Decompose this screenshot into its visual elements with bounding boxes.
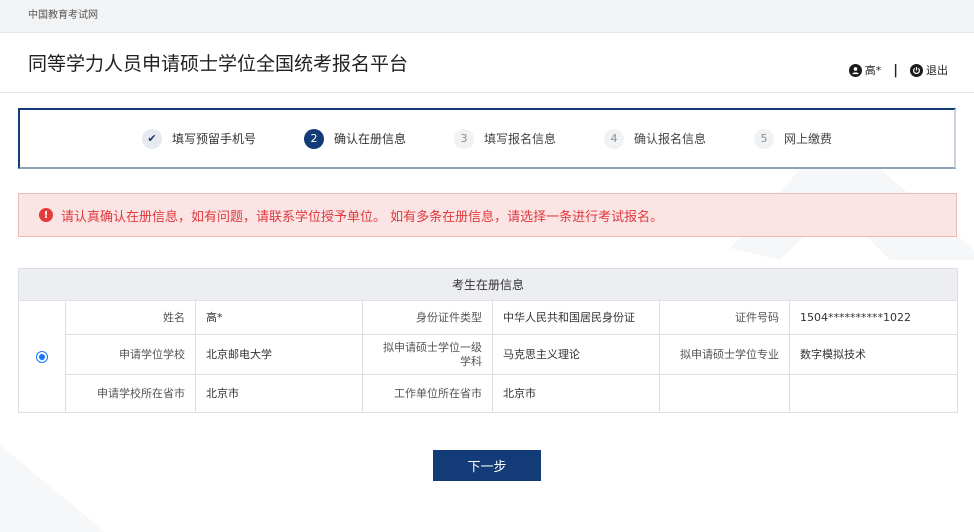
field-value: 1504**********1022	[788, 300, 959, 335]
warning-alert: ! 请认真确认在册信息，如有问题，请联系学位授予单位。 如有多条在册信息，请选择…	[18, 193, 957, 237]
step-5: 5 网上缴费	[754, 128, 833, 149]
step-label: 网上缴费	[784, 132, 833, 146]
step-label: 填写预留手机号	[171, 132, 256, 146]
header-divider	[0, 92, 974, 93]
field-value	[788, 374, 959, 413]
field-value: 马克思主义理论	[492, 334, 660, 375]
radio-selected-dot	[39, 353, 45, 360]
record-select-cell[interactable]	[18, 300, 66, 413]
step-label: 确认报名信息	[634, 132, 707, 146]
registration-info-table: 考生在册信息 姓名 高* 身份证件类型 中华人民共和国居民身份证 证件号码 15…	[17, 268, 959, 413]
user-circle-icon	[848, 63, 862, 77]
field-label: 姓名	[65, 300, 196, 335]
alert-message: 请认真确认在册信息，如有问题，请联系学位授予单位。 如有多条在册信息，请选择一条…	[61, 209, 664, 225]
table-title: 考生在册信息	[17, 268, 959, 301]
step-number: 4	[604, 128, 624, 149]
step-label: 确认在册信息	[333, 132, 406, 146]
field-value: 中华人民共和国居民身份证	[492, 300, 660, 335]
step-2: 2 确认在册信息	[303, 128, 406, 149]
power-icon[interactable]	[910, 63, 923, 77]
check-icon: ✔	[141, 128, 162, 149]
step-3: 3 填写报名信息	[453, 128, 556, 149]
field-value: 北京邮电大学	[195, 334, 363, 375]
logout-link[interactable]: 退出	[926, 62, 948, 78]
step-number: 5	[754, 128, 775, 149]
step-4: 4 确认报名信息	[604, 128, 707, 149]
table-row: 申请学校所在省市 北京市 工作单位所在省市 北京市	[19, 374, 959, 413]
table-row: 申请学位学校 北京邮电大学 拟申请硕士学位一级学科 马克思主义理论 拟申请硕士学…	[19, 334, 959, 375]
record-radio[interactable]	[36, 350, 48, 363]
table-row: 姓名 高* 身份证件类型 中华人民共和国居民身份证 证件号码 1504*****…	[18, 300, 959, 413]
field-value: 北京市	[195, 374, 363, 413]
step-number: 3	[453, 128, 474, 149]
field-label: 拟申请硕士学位一级学科	[362, 334, 493, 375]
header-separator: |	[893, 62, 898, 78]
step-progress: ✔ 填写预留手机号 2 确认在册信息 3 填写报名信息 4 确认报名信息 5 网…	[18, 108, 956, 169]
field-label: 申请学校所在省市	[65, 374, 196, 413]
field-value: 北京市	[492, 374, 660, 413]
page-title: 同等学力人员申请硕士学位全国统考报名平台	[28, 53, 409, 75]
user-name[interactable]: 高*	[865, 62, 882, 78]
field-label: 工作单位所在省市	[362, 374, 493, 413]
step-label: 填写报名信息	[483, 132, 556, 146]
site-home-link[interactable]: 中国教育考试网	[28, 10, 98, 22]
user-area: 高* | 退出	[848, 62, 948, 78]
step-1: ✔ 填写预留手机号	[141, 128, 256, 149]
field-label	[659, 374, 790, 413]
field-label: 证件号码	[659, 300, 790, 335]
field-label: 拟申请硕士学位专业	[659, 334, 790, 375]
field-label: 申请学位学校	[65, 334, 196, 375]
exclamation-circle-icon: !	[39, 208, 53, 222]
field-label: 身份证件类型	[362, 300, 493, 335]
next-step-button[interactable]: 下一步	[433, 450, 541, 481]
field-value: 数字模拟技术	[788, 334, 959, 375]
top-bar: 中国教育考试网	[0, 0, 974, 33]
field-value: 高*	[195, 300, 363, 335]
step-number: 2	[303, 128, 324, 149]
